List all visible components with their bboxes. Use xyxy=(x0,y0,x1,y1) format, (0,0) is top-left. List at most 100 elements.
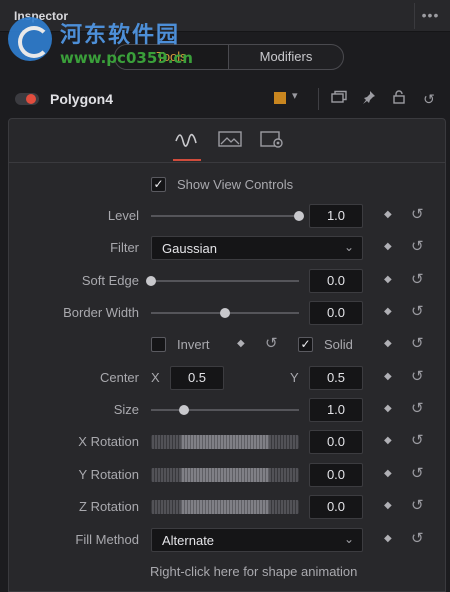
y-rotation-row: Y Rotation 0.0 ◆ ↺ xyxy=(9,463,445,487)
reset-icon[interactable]: ↺ xyxy=(411,431,424,449)
fill-method-dropdown[interactable]: Alternate ⌄ xyxy=(151,528,363,552)
controls-panel: ✓ Show View Controls Level 1.0 ◆ ↺ Filte… xyxy=(8,118,446,592)
keyframe-diamond-icon[interactable]: ◆ xyxy=(384,209,392,220)
inspector-tabs: Tools Modifiers xyxy=(114,44,344,70)
versions-icon[interactable] xyxy=(330,90,348,108)
x-rotation-value-field[interactable]: 0.0 xyxy=(309,430,363,454)
y-rotation-value-field[interactable]: 0.0 xyxy=(309,463,363,487)
soft-edge-slider-handle[interactable] xyxy=(146,276,156,286)
reset-icon[interactable]: ↺ xyxy=(411,399,424,417)
y-rotation-thumbwheel[interactable] xyxy=(151,468,299,482)
solid-checkbox[interactable]: ✓ xyxy=(298,337,313,352)
image-icon xyxy=(217,131,243,152)
keyframe-diamond-icon[interactable]: ◆ xyxy=(384,241,392,252)
fill-method-row: Fill Method Alternate ⌄ ◆ ↺ xyxy=(9,528,445,552)
x-rotation-thumbwheel[interactable] xyxy=(151,435,299,449)
divider xyxy=(318,88,319,110)
soft-edge-label: Soft Edge xyxy=(81,273,139,288)
center-x-field[interactable]: 0.5 xyxy=(170,366,224,390)
chevron-down-icon: ⌄ xyxy=(343,532,354,546)
reset-icon[interactable]: ↺ xyxy=(411,270,424,288)
center-row: Center X 0.5 Y 0.5 ◆ ↺ xyxy=(9,366,445,390)
keyframe-diamond-icon[interactable]: ◆ xyxy=(384,403,392,414)
size-row: Size 1.0 ◆ ↺ xyxy=(9,398,445,422)
border-width-row: Border Width 0.0 ◆ ↺ xyxy=(9,301,445,325)
size-value-field[interactable]: 1.0 xyxy=(309,398,363,422)
x-rotation-label: X Rotation xyxy=(78,434,139,449)
soft-edge-slider[interactable] xyxy=(146,276,299,286)
tab-modifiers[interactable]: Modifiers xyxy=(228,45,343,69)
subtab-settings[interactable] xyxy=(259,129,287,151)
solid-label: Solid xyxy=(324,337,353,352)
panel-title: Inspector xyxy=(14,9,69,23)
spline-icon xyxy=(173,133,199,152)
keyframe-diamond-icon[interactable]: ◆ xyxy=(384,274,392,285)
subtab-controls[interactable] xyxy=(173,129,201,161)
z-rotation-value-field[interactable]: 0.0 xyxy=(309,495,363,519)
border-width-value-field[interactable]: 0.0 xyxy=(309,301,363,325)
invert-checkbox[interactable] xyxy=(151,337,166,352)
reset-icon[interactable]: ↺ xyxy=(411,237,424,255)
center-y-field[interactable]: 0.5 xyxy=(309,366,363,390)
fill-method-label: Fill Method xyxy=(75,532,139,547)
z-rotation-row: Z Rotation 0.0 ◆ ↺ xyxy=(9,495,445,519)
keyframe-diamond-icon[interactable]: ◆ xyxy=(384,306,392,317)
chevron-down-icon: ⌄ xyxy=(343,240,354,254)
size-slider[interactable] xyxy=(151,405,299,415)
keyframe-diamond-icon[interactable]: ◆ xyxy=(384,468,392,479)
reset-icon[interactable]: ↺ xyxy=(265,334,278,352)
level-value-field[interactable]: 1.0 xyxy=(309,204,363,228)
settings-icon xyxy=(259,131,285,152)
reset-icon[interactable]: ↺ xyxy=(411,496,424,514)
keyframe-diamond-icon[interactable]: ◆ xyxy=(384,338,392,349)
reset-icon[interactable]: ↺ xyxy=(411,205,424,223)
soft-edge-row: Soft Edge 0.0 ◆ ↺ xyxy=(9,269,445,293)
pin-icon[interactable] xyxy=(360,90,378,108)
border-width-slider[interactable] xyxy=(151,308,299,318)
more-options-button[interactable]: ••• xyxy=(414,3,446,29)
reset-icon[interactable]: ↺ xyxy=(411,464,424,482)
keyframe-diamond-icon[interactable]: ◆ xyxy=(384,371,392,382)
show-view-controls-row: ✓ Show View Controls xyxy=(9,173,445,197)
filter-dropdown[interactable]: Gaussian ⌄ xyxy=(151,236,363,260)
keyframe-diamond-icon[interactable]: ◆ xyxy=(384,533,392,544)
filter-row: Filter Gaussian ⌄ ◆ ↺ xyxy=(9,236,445,260)
level-label: Level xyxy=(107,208,139,223)
level-slider[interactable] xyxy=(151,211,304,221)
level-slider-handle[interactable] xyxy=(294,211,304,221)
border-width-slider-handle[interactable] xyxy=(220,308,230,318)
center-y-axis-label: Y xyxy=(290,370,299,385)
keyframe-diamond-icon[interactable]: ◆ xyxy=(384,435,392,446)
node-header: Polygon4 ▾ ↺ xyxy=(0,84,450,114)
border-width-label: Border Width xyxy=(63,305,139,320)
invert-solid-row: Invert ◆ ↺ ✓ Solid ◆ ↺ xyxy=(9,333,445,357)
control-subtabs xyxy=(9,119,445,163)
subtab-image[interactable] xyxy=(217,129,245,151)
keyframe-diamond-icon[interactable]: ◆ xyxy=(237,338,245,349)
tab-tools[interactable]: Tools xyxy=(115,45,228,69)
reset-icon[interactable]: ↺ xyxy=(411,334,424,352)
shape-animation-hint[interactable]: Right-click here for shape animation xyxy=(150,564,357,579)
center-x-axis-label: X xyxy=(151,370,160,385)
fill-method-selected: Alternate xyxy=(162,533,215,548)
keyframe-diamond-icon[interactable]: ◆ xyxy=(384,500,392,511)
y-rotation-label: Y Rotation xyxy=(78,467,139,482)
reset-icon[interactable]: ↺ xyxy=(411,367,424,385)
show-view-controls-checkbox[interactable]: ✓ xyxy=(151,177,166,192)
chevron-down-icon[interactable]: ▾ xyxy=(292,89,298,102)
filter-selected: Gaussian xyxy=(162,241,217,256)
z-rotation-thumbwheel[interactable] xyxy=(151,500,299,514)
size-label: Size xyxy=(113,402,139,417)
level-row: Level 1.0 ◆ ↺ xyxy=(9,204,445,228)
reset-all-icon[interactable]: ↺ xyxy=(420,90,438,108)
lock-icon[interactable] xyxy=(390,90,408,108)
node-enable-toggle[interactable] xyxy=(15,93,39,105)
node-color-swatch[interactable] xyxy=(274,92,286,104)
soft-edge-value-field[interactable]: 0.0 xyxy=(309,269,363,293)
filter-label: Filter xyxy=(110,240,139,255)
size-slider-handle[interactable] xyxy=(178,405,189,415)
reset-icon[interactable]: ↺ xyxy=(411,529,424,547)
z-rotation-label: Z Rotation xyxy=(79,499,139,514)
node-name: Polygon4 xyxy=(50,91,114,107)
reset-icon[interactable]: ↺ xyxy=(411,302,424,320)
